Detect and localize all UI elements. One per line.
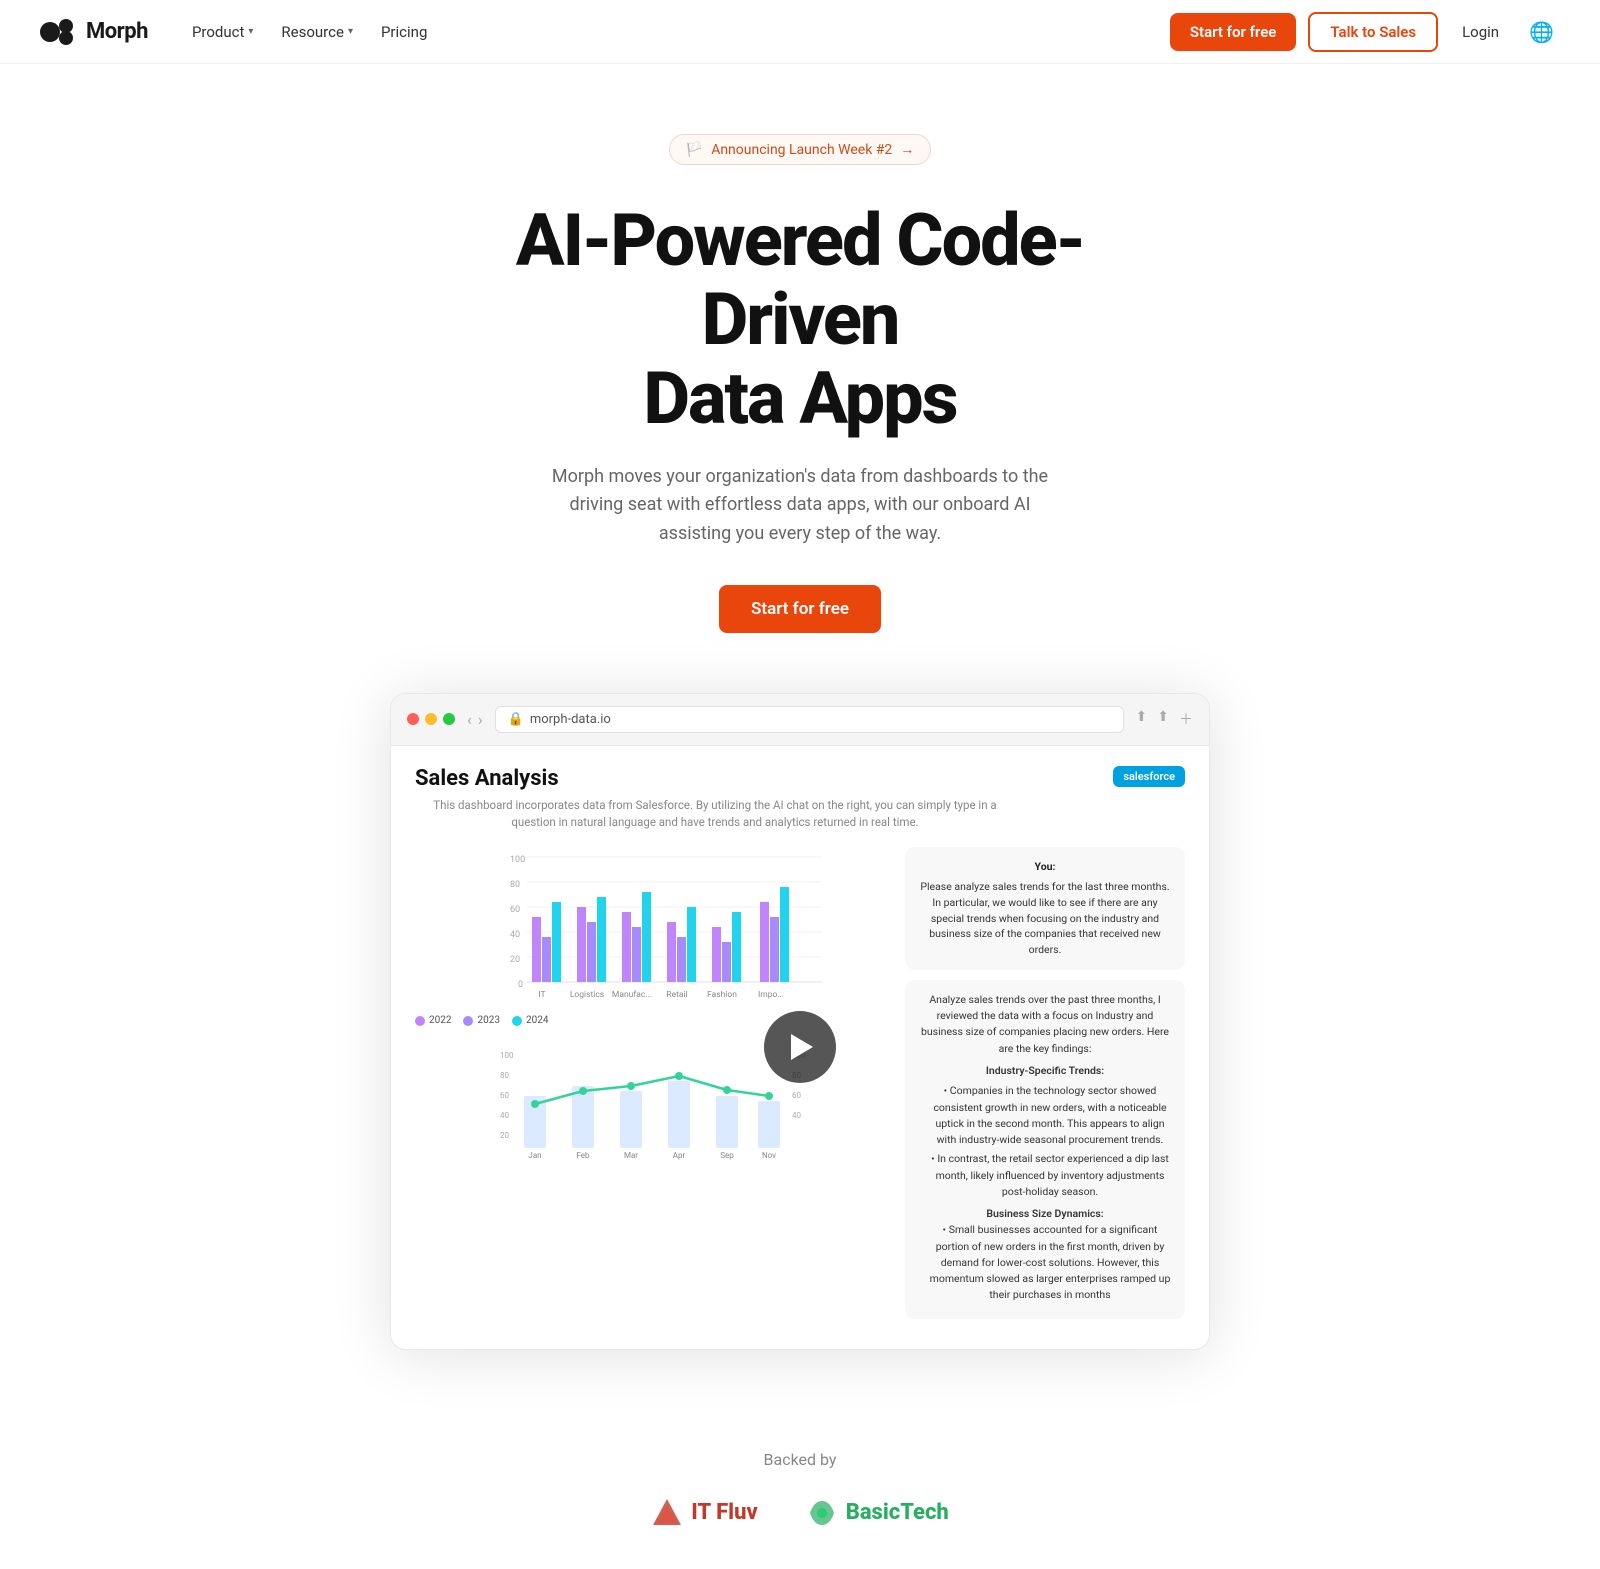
hero-subtitle: Morph moves your organization's data fro…: [540, 463, 1060, 549]
badge-text: Announcing Launch Week #2: [711, 142, 892, 158]
basiotech-icon: [806, 1497, 838, 1529]
basiotech-logo: BasicTech: [806, 1497, 949, 1529]
itfluv-logo: IT Fluv: [651, 1497, 757, 1529]
nav-login-button[interactable]: Login: [1450, 15, 1511, 49]
svg-text:100: 100: [510, 855, 525, 865]
backed-label: Backed by: [40, 1450, 1560, 1469]
morph-logo-icon: [40, 18, 76, 46]
browser-mockup: ‹ › 🔒 morph-data.io ⬆ ⬆ ＋ Sales Analysis…: [390, 693, 1210, 1350]
dashboard-main: 100 80 60 40 20 0: [415, 847, 1185, 1328]
user-message: You: Please analyze sales trends for the…: [905, 847, 1185, 970]
badge-emoji: 🏳️: [686, 142, 703, 158]
product-chevron: ▾: [248, 26, 253, 37]
logo[interactable]: Morph: [40, 18, 148, 46]
bar-chart-svg: 100 80 60 40 20 0: [415, 847, 889, 1007]
svg-text:100: 100: [500, 1051, 514, 1060]
navbar: Morph Product ▾ Resource ▾ Pricing Start…: [0, 0, 1600, 64]
forward-icon[interactable]: ›: [478, 710, 483, 729]
nav-resource[interactable]: Resource ▾: [269, 15, 365, 49]
upload-icon[interactable]: ⬆: [1157, 709, 1169, 729]
video-play-overlay: [764, 1011, 836, 1083]
nav-right: Start for free Talk to Sales Login 🌐: [1170, 12, 1560, 52]
lock-icon: 🔒: [508, 712, 524, 727]
nav-start-button[interactable]: Start for free: [1170, 13, 1296, 51]
new-tab-icon[interactable]: ＋: [1179, 709, 1193, 729]
svg-text:Retail: Retail: [666, 990, 687, 1000]
svg-text:60: 60: [500, 1091, 509, 1100]
svg-text:20: 20: [510, 955, 520, 965]
charts-area: 100 80 60 40 20 0: [415, 847, 889, 1328]
svg-text:Nov: Nov: [762, 1151, 776, 1160]
language-icon[interactable]: 🌐: [1523, 14, 1560, 50]
tl-minimize[interactable]: [425, 713, 437, 725]
badge-arrow: →: [900, 141, 914, 158]
dashboard-title: Sales Analysis: [415, 766, 559, 791]
dashboard-content: Sales Analysis salesforce This dashboard…: [391, 746, 1209, 1349]
svg-text:Impo...: Impo...: [758, 990, 784, 1000]
back-icon[interactable]: ‹: [467, 710, 472, 729]
announce-badge[interactable]: 🏳️ Announcing Launch Week #2 →: [669, 134, 932, 165]
hero-title: AI-Powered Code-Driven Data Apps: [450, 201, 1150, 439]
salesforce-badge: salesforce: [1113, 766, 1185, 787]
svg-text:Sep: Sep: [720, 1151, 734, 1160]
svg-text:40: 40: [510, 930, 520, 940]
play-icon: [791, 1034, 813, 1060]
svg-text:Feb: Feb: [576, 1151, 590, 1160]
resource-chevron: ▾: [348, 26, 353, 37]
svg-text:80: 80: [500, 1071, 509, 1080]
backed-section: Backed by IT Fluv BasicTech: [0, 1390, 1600, 1569]
svg-text:40: 40: [500, 1111, 509, 1120]
dashboard-header: Sales Analysis salesforce: [415, 766, 1185, 791]
share-icon[interactable]: ⬆: [1136, 709, 1148, 729]
svg-text:40: 40: [792, 1111, 801, 1120]
svg-text:Apr: Apr: [673, 1151, 686, 1160]
nav-pricing[interactable]: Pricing: [369, 15, 439, 49]
itfluv-icon: [651, 1497, 683, 1529]
ai-response: Analyze sales trends over the past three…: [905, 980, 1185, 1319]
nav-left: Morph Product ▾ Resource ▾ Pricing: [40, 15, 439, 49]
nav-product[interactable]: Product ▾: [180, 15, 265, 49]
svg-text:Manufac...: Manufac...: [612, 990, 652, 1000]
dashboard-desc: This dashboard incorporates data from Sa…: [415, 797, 1015, 832]
bar-chart: 100 80 60 40 20 0: [415, 847, 889, 1030]
nav-links: Product ▾ Resource ▾ Pricing: [180, 15, 439, 49]
backed-logos: IT Fluv BasicTech: [40, 1497, 1560, 1529]
svg-text:Jan: Jan: [528, 1151, 541, 1160]
svg-text:80: 80: [510, 880, 520, 890]
svg-text:60: 60: [792, 1091, 801, 1100]
svg-text:0: 0: [518, 980, 523, 990]
svg-text:IT: IT: [538, 990, 545, 1000]
browser-nav-arrows[interactable]: ‹ ›: [467, 710, 483, 729]
tl-close[interactable]: [407, 713, 419, 725]
svg-text:Fashion: Fashion: [707, 990, 737, 1000]
url-bar[interactable]: 🔒 morph-data.io: [495, 706, 1124, 733]
traffic-lights: [407, 713, 455, 725]
hero-section: 🏳️ Announcing Launch Week #2 → AI-Powere…: [0, 64, 1600, 1390]
hero-cta-button[interactable]: Start for free: [719, 585, 881, 633]
svg-text:60: 60: [510, 905, 520, 915]
svg-text:Mar: Mar: [624, 1151, 638, 1160]
brand-name: Morph: [86, 19, 148, 44]
tl-fullscreen[interactable]: [443, 713, 455, 725]
nav-talk-button[interactable]: Talk to Sales: [1308, 12, 1438, 52]
svg-text:Logistics: Logistics: [570, 990, 604, 1000]
play-button[interactable]: [764, 1011, 836, 1083]
svg-text:20: 20: [500, 1131, 509, 1140]
ai-chat-panel: You: Please analyze sales trends for the…: [905, 847, 1185, 1328]
browser-actions: ⬆ ⬆ ＋: [1136, 709, 1193, 729]
browser-bar: ‹ › 🔒 morph-data.io ⬆ ⬆ ＋: [391, 694, 1209, 746]
